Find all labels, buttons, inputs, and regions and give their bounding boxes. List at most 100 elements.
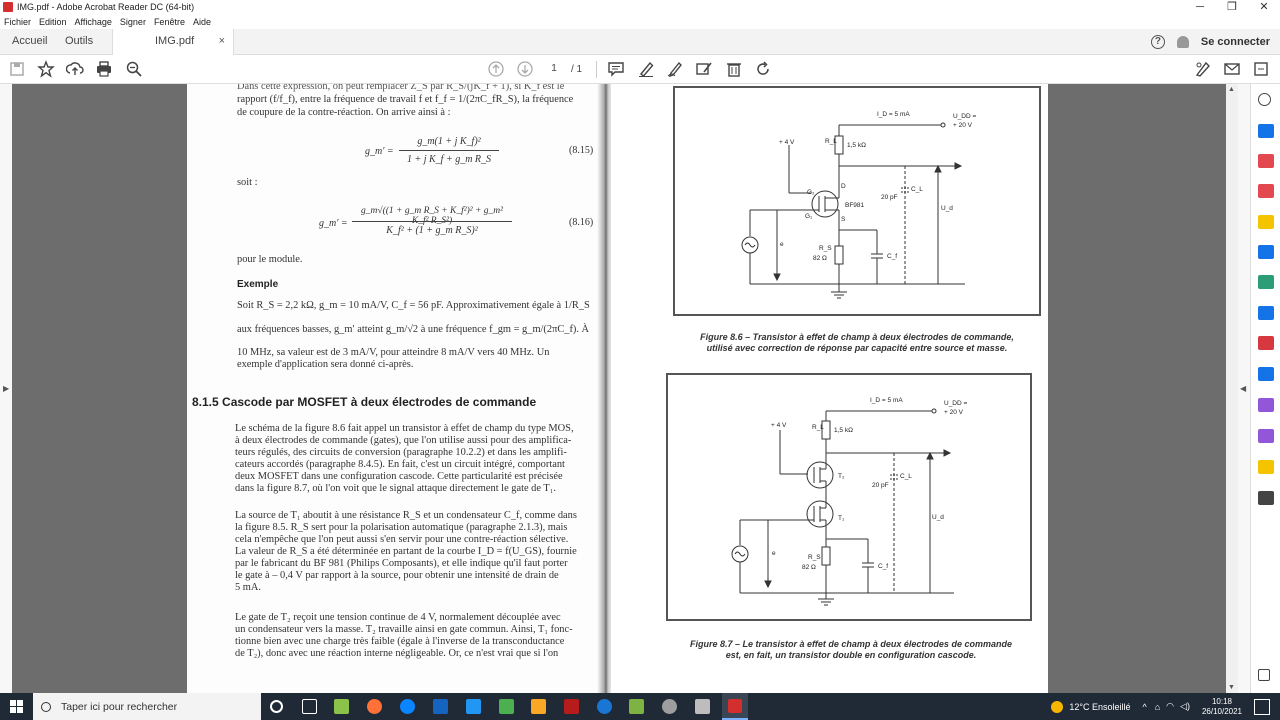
sign-in-link[interactable]: Se connecter bbox=[1201, 36, 1270, 48]
notification-bell-icon[interactable] bbox=[1176, 36, 1189, 48]
more-tools-sidebar-icon[interactable] bbox=[1258, 491, 1274, 505]
scroll-up-icon[interactable]: ▲ bbox=[1228, 86, 1235, 93]
previous-page-icon[interactable] bbox=[487, 60, 505, 78]
body-text: deux MOSFET dans une configuration casco… bbox=[235, 471, 563, 482]
scan-ocr-icon[interactable] bbox=[1258, 306, 1274, 320]
combine-files-icon[interactable] bbox=[1258, 154, 1274, 168]
label-e: e bbox=[772, 550, 776, 557]
bookmark-star-icon[interactable] bbox=[37, 60, 55, 78]
body-text: dans la figure 8.7, où l'on voit que le … bbox=[235, 483, 556, 494]
menu-signer[interactable]: Signer bbox=[120, 17, 146, 27]
rotate-icon[interactable] bbox=[754, 60, 772, 78]
system-tray: 12°C Ensoleillé ^ ⌂ ◠ ◁) 10:18 26/10/202… bbox=[1051, 693, 1280, 720]
tab-home[interactable]: Accueil bbox=[12, 29, 47, 55]
menu-fenetre[interactable]: Fenêtre bbox=[154, 17, 185, 27]
body-text: aux fréquences basses, g_m′ atteint g_m/… bbox=[237, 324, 590, 335]
page-number-input[interactable]: 1 bbox=[543, 61, 565, 77]
label-cl-value: 20 pF bbox=[872, 482, 889, 489]
tab-tools[interactable]: Outils bbox=[65, 29, 93, 55]
maximize-button[interactable]: ❐ bbox=[1216, 0, 1248, 14]
label-ud: U_d bbox=[932, 514, 944, 521]
acrobat-app-icon bbox=[3, 2, 13, 12]
taskbar-search-box[interactable]: Taper ici pour rechercher bbox=[33, 693, 261, 720]
network-icon[interactable]: ⌂ bbox=[1155, 702, 1160, 712]
task-view-icon[interactable] bbox=[302, 699, 317, 714]
vertical-scrollbar[interactable]: ▲ ▼ bbox=[1226, 84, 1238, 693]
equation-number: (8.15) bbox=[569, 145, 594, 156]
app-icon[interactable] bbox=[629, 699, 644, 714]
email-icon[interactable] bbox=[1223, 60, 1241, 78]
tab-document[interactable]: IMG.pdf × bbox=[112, 29, 234, 55]
more-tools-icon[interactable] bbox=[1252, 60, 1270, 78]
search-icon bbox=[41, 701, 51, 712]
compress-pdf-icon[interactable] bbox=[1258, 398, 1274, 412]
label-cl-value: 20 pF bbox=[881, 194, 898, 201]
delete-trash-icon[interactable] bbox=[725, 60, 743, 78]
label-id: I_D = 5 mA bbox=[877, 111, 910, 118]
search-zoom-icon[interactable] bbox=[125, 60, 143, 78]
body-text: Le gate de T₂ reçoit une tension continu… bbox=[235, 612, 561, 623]
customize-sidebar-icon[interactable] bbox=[1258, 669, 1270, 681]
app-icon[interactable] bbox=[564, 699, 579, 714]
zoom-tool-icon[interactable] bbox=[1258, 93, 1271, 106]
highlight-pen-icon[interactable] bbox=[637, 60, 655, 78]
app-icon[interactable] bbox=[499, 699, 514, 714]
protect-icon[interactable] bbox=[1258, 367, 1274, 381]
body-text: cateurs accordés (paragraphe 8.4.5). En … bbox=[235, 459, 565, 470]
edge-app-icon[interactable] bbox=[400, 699, 415, 714]
print-icon[interactable] bbox=[95, 60, 113, 78]
upload-cloud-icon[interactable] bbox=[66, 60, 84, 78]
export-excel-icon[interactable] bbox=[1258, 275, 1274, 289]
weather-text[interactable]: 12°C Ensoleillé bbox=[1069, 702, 1130, 712]
sign-pen-icon[interactable] bbox=[666, 60, 684, 78]
close-window-button[interactable]: ✕ bbox=[1248, 0, 1280, 14]
label-drain: D bbox=[841, 183, 846, 190]
acrobat-taskbar-button[interactable] bbox=[722, 693, 748, 720]
menu-affichage[interactable]: Affichage bbox=[75, 17, 112, 27]
tray-chevron-icon[interactable]: ^ bbox=[1143, 702, 1147, 712]
wifi-icon[interactable]: ◠ bbox=[1166, 701, 1174, 712]
fill-sign-tool-icon[interactable] bbox=[1258, 336, 1274, 350]
scroll-down-icon[interactable]: ▼ bbox=[1228, 684, 1235, 691]
close-tab-icon[interactable]: × bbox=[219, 29, 225, 53]
firefox-app-icon[interactable] bbox=[367, 699, 382, 714]
expand-left-panel-icon[interactable]: ▶ bbox=[3, 384, 9, 393]
menu-edition[interactable]: Edition bbox=[39, 17, 67, 27]
label-ud: U_d bbox=[941, 205, 953, 212]
save-icon[interactable] bbox=[8, 60, 26, 78]
collapse-right-panel-icon[interactable]: ◀ bbox=[1240, 384, 1246, 393]
clock[interactable]: 10:18 26/10/2021 bbox=[1202, 697, 1242, 717]
help-icon[interactable]: ? bbox=[1150, 35, 1165, 49]
section-heading: 8.1.5 Cascode par MOSFET à deux électrod… bbox=[192, 395, 537, 409]
app-icon[interactable] bbox=[433, 699, 448, 714]
fill-sign-icon[interactable] bbox=[695, 60, 713, 78]
app-icon[interactable] bbox=[695, 699, 710, 714]
request-signature-icon[interactable] bbox=[1258, 429, 1274, 443]
window-controls: ─ ❐ ✕ bbox=[1184, 0, 1280, 14]
notepad-app-icon[interactable] bbox=[334, 699, 349, 714]
export-pdf-icon[interactable] bbox=[1258, 184, 1274, 198]
menu-fichier[interactable]: Fichier bbox=[4, 17, 31, 27]
edit-pdf-icon[interactable] bbox=[1194, 60, 1212, 78]
file-explorer-icon[interactable] bbox=[531, 699, 546, 714]
start-windows-icon[interactable] bbox=[10, 700, 23, 713]
cortana-icon[interactable] bbox=[270, 700, 283, 713]
comment-icon[interactable] bbox=[607, 60, 625, 78]
label-rs-value: 82 Ω bbox=[813, 255, 827, 262]
next-page-icon[interactable] bbox=[516, 60, 534, 78]
notifications-icon[interactable] bbox=[1254, 698, 1270, 715]
organize-pages-icon[interactable] bbox=[1258, 245, 1274, 259]
circuit-diagram-8-6: I_D = 5 mA U_DD = + 20 V + 4 V R_L 1,5 k… bbox=[741, 111, 977, 299]
label-t2: T₂ bbox=[838, 473, 845, 480]
minimize-button[interactable]: ─ bbox=[1184, 0, 1216, 14]
send-review-icon[interactable] bbox=[1258, 460, 1274, 474]
create-pdf-icon[interactable] bbox=[1258, 124, 1274, 138]
menu-aide[interactable]: Aide bbox=[193, 17, 211, 27]
weather-sun-icon[interactable] bbox=[1051, 700, 1064, 713]
app-icon[interactable] bbox=[662, 699, 677, 714]
volume-icon[interactable]: ◁) bbox=[1180, 701, 1190, 712]
comment-tool-icon[interactable] bbox=[1258, 215, 1274, 229]
calculator-app-icon[interactable] bbox=[466, 699, 481, 714]
app-icon[interactable] bbox=[597, 699, 612, 714]
document-viewport[interactable]: ▶ Dans cette expression, on peut remplac… bbox=[0, 84, 1280, 693]
